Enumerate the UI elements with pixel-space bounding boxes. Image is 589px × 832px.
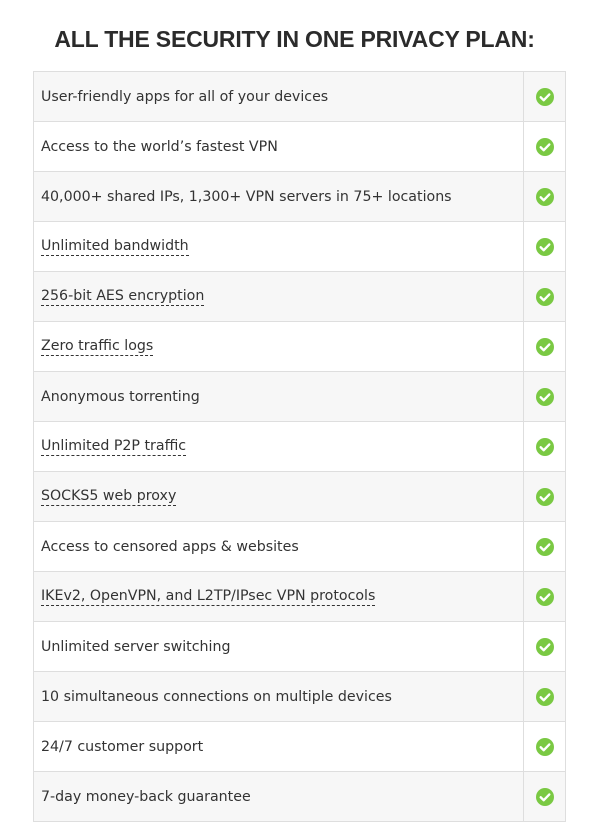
features-table: User-friendly apps for all of your devic… [33, 71, 566, 822]
check-circle-icon [535, 237, 554, 256]
feature-row: 256-bit AES encryption [34, 272, 565, 322]
feature-row: Zero traffic logs [34, 322, 565, 372]
feature-label-cell: Zero traffic logs [34, 322, 524, 371]
feature-label: 40,000+ shared IPs, 1,300+ VPN servers i… [41, 188, 452, 205]
feature-tooltip-label[interactable]: Zero traffic logs [41, 338, 154, 356]
feature-label: Access to censored apps & websites [41, 538, 299, 555]
page-title: ALL THE SECURITY IN ONE PRIVACY PLAN: [54, 26, 535, 53]
included-cell [524, 272, 565, 321]
included-cell [524, 622, 565, 671]
feature-row: 10 simultaneous connections on multiple … [34, 672, 565, 722]
feature-label-cell: User-friendly apps for all of your devic… [34, 72, 524, 121]
included-cell [524, 672, 565, 721]
check-circle-icon [535, 187, 554, 206]
included-cell [524, 722, 565, 771]
included-cell [524, 572, 565, 621]
feature-label-cell: 10 simultaneous connections on multiple … [34, 672, 524, 721]
check-circle-icon [535, 537, 554, 556]
included-cell [524, 172, 565, 221]
feature-label-cell: Unlimited server switching [34, 622, 524, 671]
feature-row: Unlimited bandwidth [34, 222, 565, 272]
feature-label-cell: 256-bit AES encryption [34, 272, 524, 321]
feature-label: 7-day money-back guarantee [41, 788, 251, 805]
check-circle-icon [535, 737, 554, 756]
feature-label-cell: Anonymous torrenting [34, 372, 524, 421]
included-cell [524, 472, 565, 521]
included-cell [524, 772, 565, 821]
feature-tooltip-label[interactable]: SOCKS5 web proxy [41, 488, 177, 506]
included-cell [524, 322, 565, 371]
feature-label: 10 simultaneous connections on multiple … [41, 688, 392, 705]
feature-label-cell: Access to censored apps & websites [34, 522, 524, 571]
check-circle-icon [535, 487, 554, 506]
feature-tooltip-label[interactable]: 256-bit AES encryption [41, 288, 205, 306]
feature-label: Anonymous torrenting [41, 388, 200, 405]
included-cell [524, 72, 565, 121]
check-circle-icon [535, 337, 554, 356]
check-circle-icon [535, 637, 554, 656]
check-circle-icon [535, 137, 554, 156]
feature-label: Access to the world’s fastest VPN [41, 138, 278, 155]
feature-row: 7-day money-back guarantee [34, 772, 565, 822]
feature-row: Anonymous torrenting [34, 372, 565, 422]
feature-label-cell: SOCKS5 web proxy [34, 472, 524, 521]
feature-row: IKEv2, OpenVPN, and L2TP/IPsec VPN proto… [34, 572, 565, 622]
check-circle-icon [535, 387, 554, 406]
feature-label-cell: 7-day money-back guarantee [34, 772, 524, 821]
included-cell [524, 422, 565, 471]
feature-tooltip-label[interactable]: IKEv2, OpenVPN, and L2TP/IPsec VPN proto… [41, 588, 376, 606]
feature-label: Unlimited server switching [41, 638, 231, 655]
feature-label: User-friendly apps for all of your devic… [41, 88, 329, 105]
feature-row: User-friendly apps for all of your devic… [34, 72, 565, 122]
feature-row: Access to censored apps & websites [34, 522, 565, 572]
feature-row: Unlimited P2P traffic [34, 422, 565, 472]
feature-row: 40,000+ shared IPs, 1,300+ VPN servers i… [34, 172, 565, 222]
included-cell [524, 122, 565, 171]
check-circle-icon [535, 787, 554, 806]
feature-label-cell: 24/7 customer support [34, 722, 524, 771]
feature-tooltip-label[interactable]: Unlimited P2P traffic [41, 438, 187, 456]
feature-row: 24/7 customer support [34, 722, 565, 772]
feature-tooltip-label[interactable]: Unlimited bandwidth [41, 238, 189, 256]
feature-label-cell: Unlimited P2P traffic [34, 422, 524, 471]
check-circle-icon [535, 437, 554, 456]
feature-label-cell: Unlimited bandwidth [34, 222, 524, 271]
feature-row: Unlimited server switching [34, 622, 565, 672]
feature-label-cell: Access to the world’s fastest VPN [34, 122, 524, 171]
included-cell [524, 372, 565, 421]
included-cell [524, 522, 565, 571]
feature-row: Access to the world’s fastest VPN [34, 122, 565, 172]
feature-label-cell: 40,000+ shared IPs, 1,300+ VPN servers i… [34, 172, 524, 221]
check-circle-icon [535, 587, 554, 606]
feature-row: SOCKS5 web proxy [34, 472, 565, 522]
feature-label: 24/7 customer support [41, 738, 204, 755]
check-circle-icon [535, 287, 554, 306]
included-cell [524, 222, 565, 271]
check-circle-icon [535, 87, 554, 106]
feature-label-cell: IKEv2, OpenVPN, and L2TP/IPsec VPN proto… [34, 572, 524, 621]
check-circle-icon [535, 687, 554, 706]
